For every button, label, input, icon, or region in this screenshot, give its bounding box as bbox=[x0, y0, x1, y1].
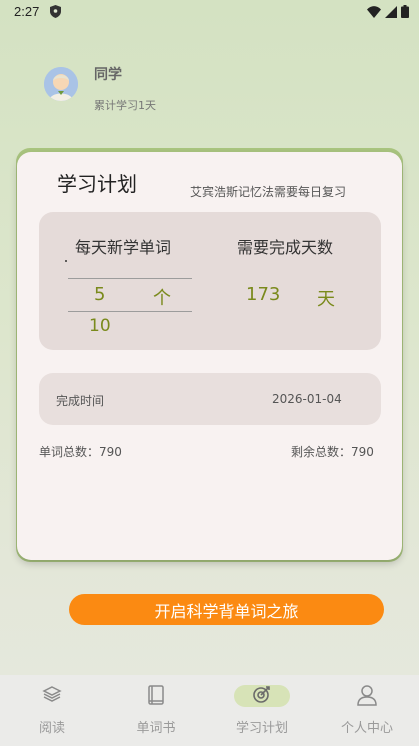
status-time: 2:27 bbox=[14, 4, 40, 19]
ebbinghaus-tip: 艾宾浩斯记忆法需要每日复习 bbox=[190, 185, 347, 199]
user-name: 同学 bbox=[94, 67, 122, 83]
plan-settings-panel: 每天新学单词 需要完成天数 5 个 10 173 天 bbox=[39, 212, 381, 350]
picker-divider-bottom bbox=[68, 311, 192, 312]
picker-divider-top bbox=[68, 278, 192, 279]
days-needed-header: 需要完成天数 bbox=[237, 238, 334, 257]
layers-icon bbox=[42, 686, 62, 702]
daily-words-picker[interactable]: 5 bbox=[94, 284, 105, 305]
daily-words-next-option[interactable]: 10 bbox=[89, 316, 111, 336]
avatar-illustration-icon bbox=[44, 67, 78, 101]
total-words: 单词总数：790 bbox=[39, 445, 122, 459]
daily-words-unit: 个 bbox=[153, 288, 171, 309]
finish-time-label: 完成时间 bbox=[56, 394, 105, 408]
tab-wordbook[interactable]: 单词书 bbox=[104, 675, 208, 746]
tab-label: 个人中心 bbox=[340, 721, 393, 736]
avatar[interactable] bbox=[44, 67, 78, 101]
user-icon bbox=[357, 685, 377, 706]
wifi-icon bbox=[367, 5, 381, 18]
shield-icon bbox=[50, 5, 61, 18]
days-unit: 天 bbox=[317, 289, 335, 310]
tab-reading[interactable]: 阅读 bbox=[0, 675, 104, 746]
tab-profile[interactable]: 个人中心 bbox=[315, 675, 419, 746]
study-days: 累计学习1天 bbox=[94, 99, 156, 112]
remaining-words: 剩余总数：790 bbox=[291, 445, 374, 459]
finish-time-row: 完成时间 2026-01-04 bbox=[39, 373, 381, 425]
finish-date: 2026-01-04 bbox=[272, 392, 342, 406]
daily-words-header: 每天新学单词 bbox=[75, 238, 172, 257]
tab-label: 学习计划 bbox=[235, 721, 288, 736]
battery-icon bbox=[401, 5, 409, 18]
plan-card: 学习计划 艾宾浩斯记忆法需要每日复习 每天新学单词 需要完成天数 5 个 10 … bbox=[17, 152, 402, 560]
picker-dot bbox=[65, 260, 67, 262]
signal-icon bbox=[385, 5, 397, 18]
book-icon bbox=[148, 685, 164, 705]
tab-label: 单词书 bbox=[136, 721, 176, 736]
tab-label: 阅读 bbox=[38, 721, 65, 736]
days-needed-value: 173 bbox=[246, 284, 281, 305]
tab-study-plan[interactable]: 学习计划 bbox=[210, 675, 314, 746]
start-learning-button[interactable]: 开启科学背单词之旅 bbox=[69, 594, 384, 625]
target-icon bbox=[253, 686, 270, 703]
bottom-tab-bar: 阅读 单词书 学习计划 个人中心 bbox=[0, 675, 419, 746]
card-title: 学习计划 bbox=[57, 172, 137, 196]
status-bar: 2:27 bbox=[0, 0, 419, 24]
